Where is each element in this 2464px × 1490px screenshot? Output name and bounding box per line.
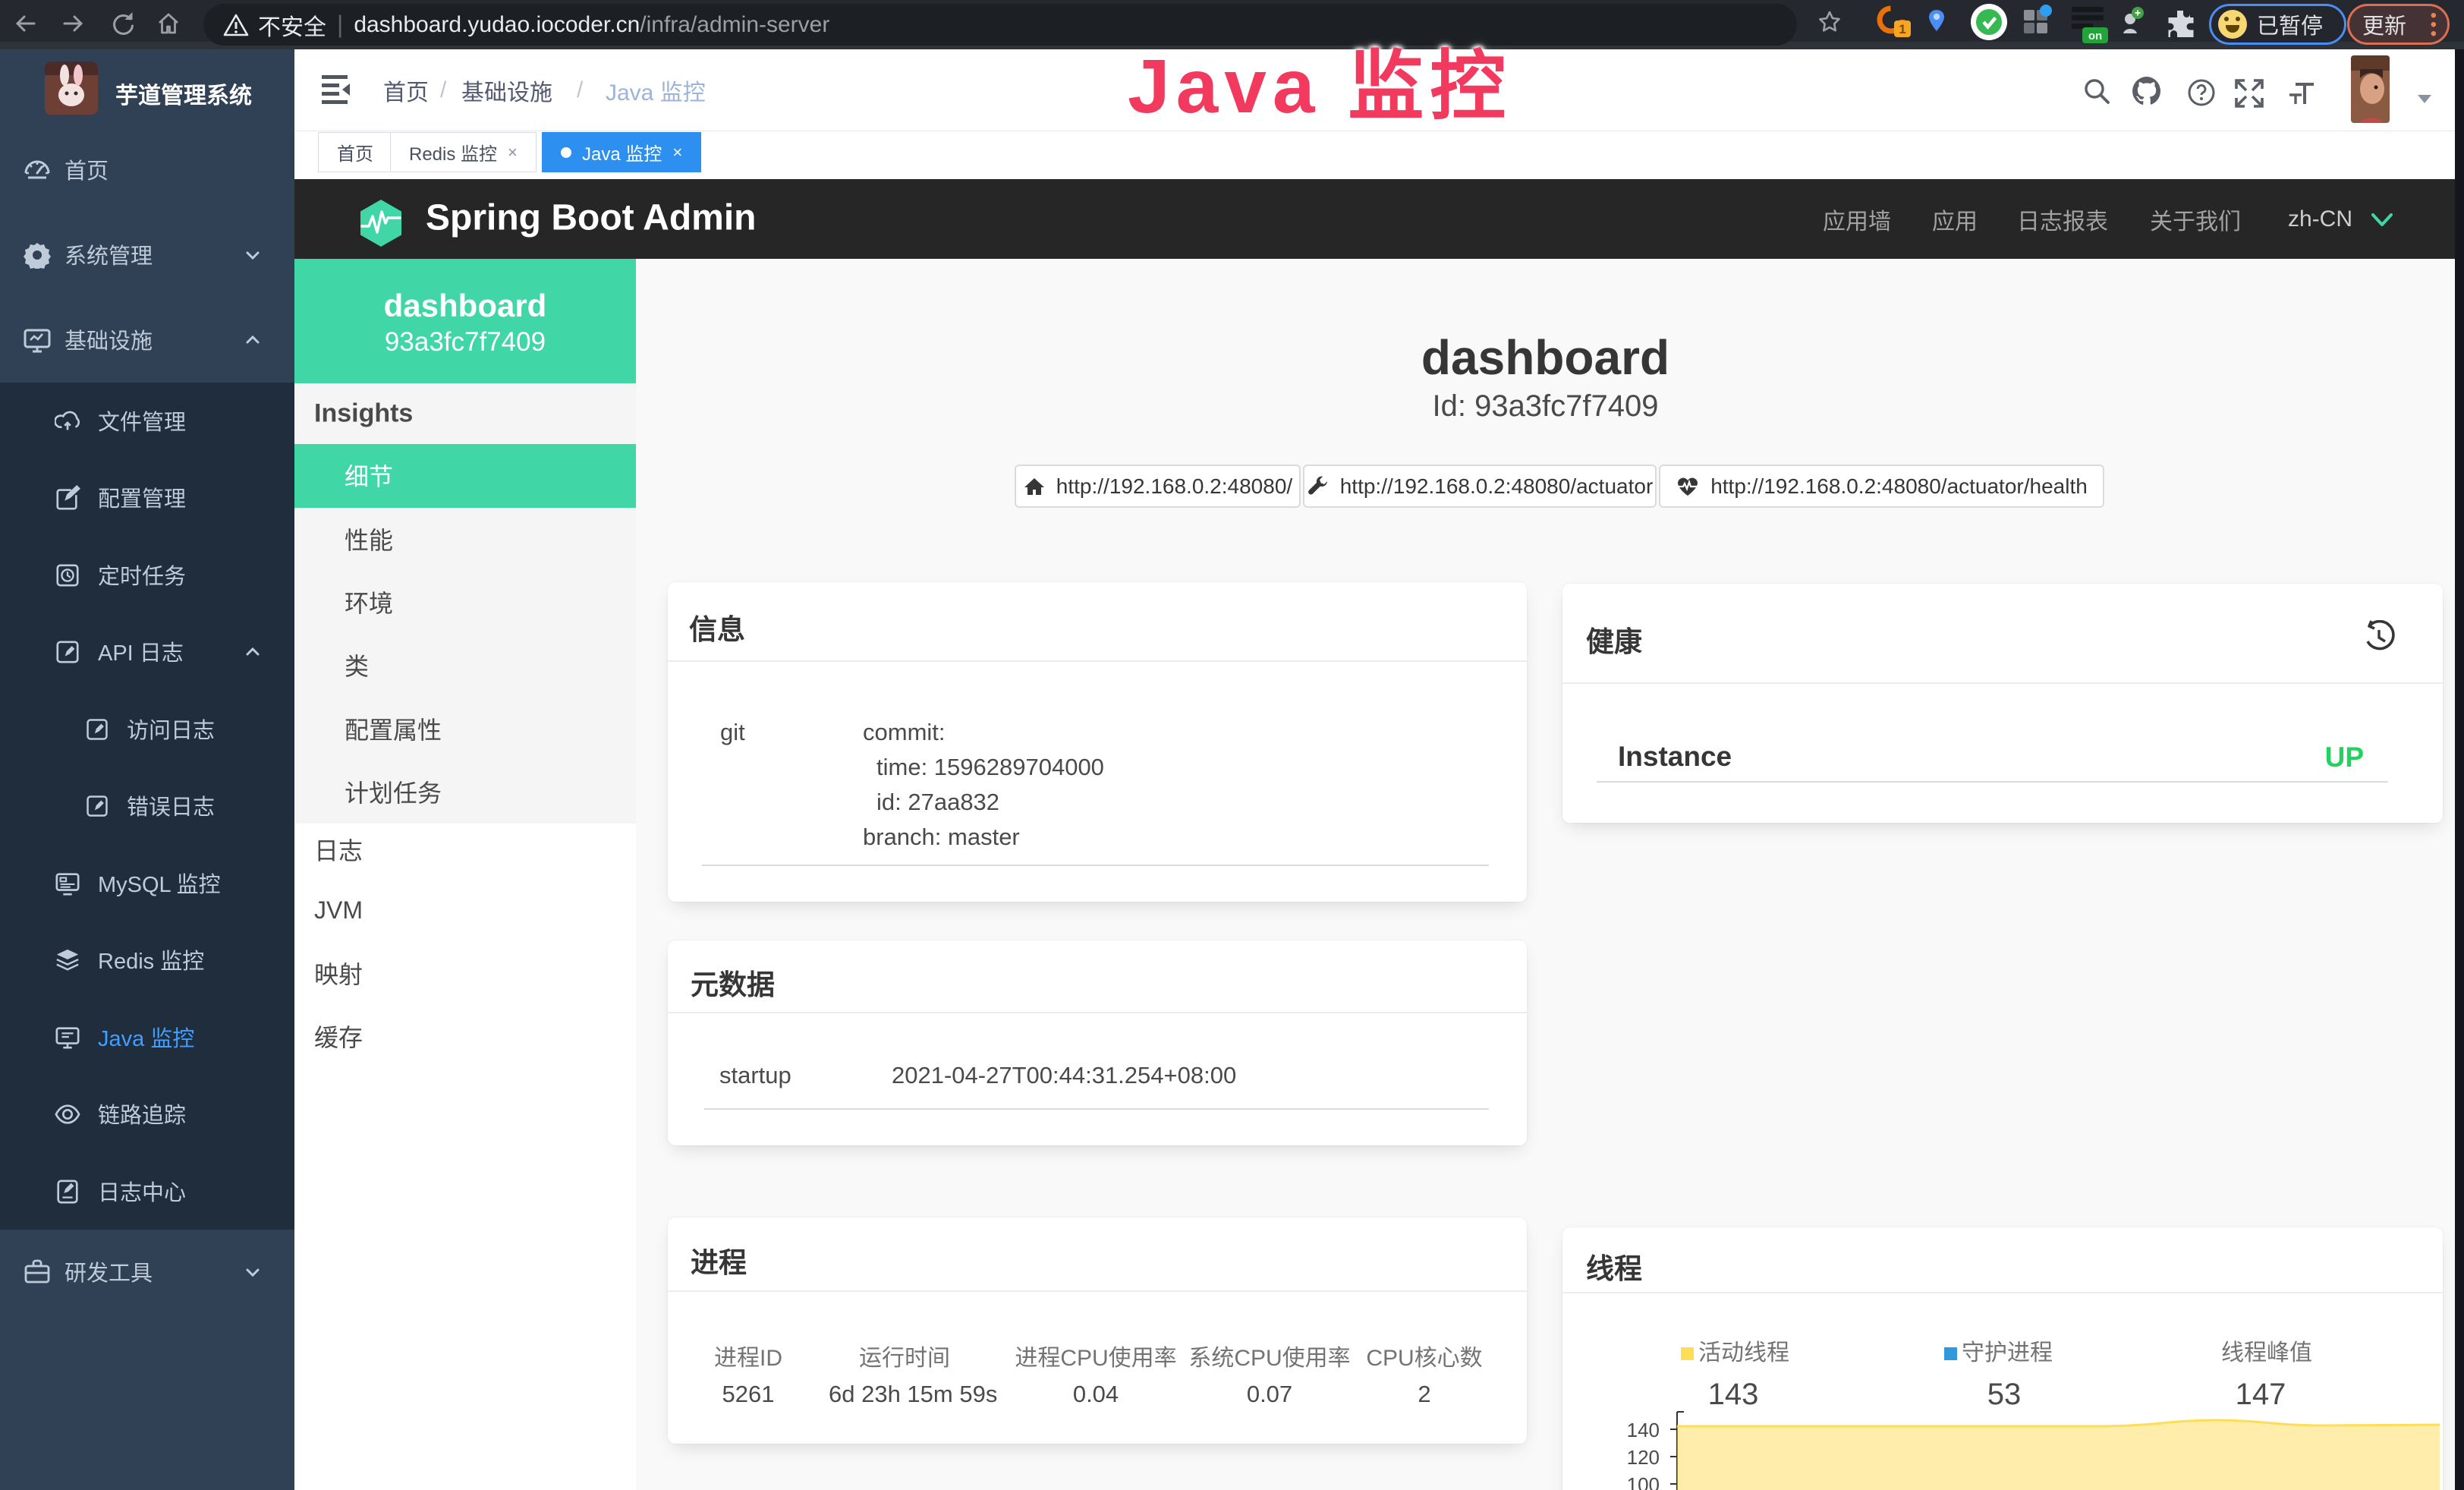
svg-text:1: 1 — [1899, 22, 1905, 36]
svg-text:on: on — [2088, 30, 2102, 43]
